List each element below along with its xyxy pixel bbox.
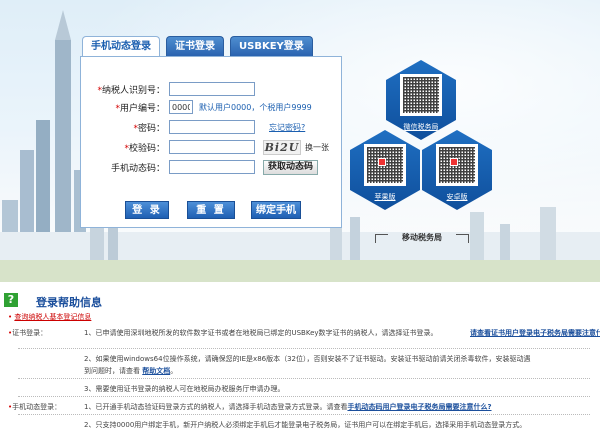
help-phone-line1: 1、已开通手机动态验证码登录方式的纳税人，请选择手机动态登录方式登录。请查看手机… [84, 402, 492, 412]
password-label: *密码： [133, 121, 165, 134]
wechat-qr-hex[interactable]: 微信税务局 [386, 60, 456, 140]
get-sms-code-button[interactable]: 获取动态码 [263, 159, 319, 175]
help-cert-line2b: 到问题时，请查看 帮助文档。 [84, 366, 177, 376]
tab-certificate-login[interactable]: 证书登录 [166, 36, 224, 56]
captcha-input[interactable] [169, 140, 255, 154]
wechat-qr-code [400, 74, 442, 116]
login-help-section: ? 登录帮助信息 • 查询纳税人基本登记信息 •证书登录： 1、已申请使用深圳地… [0, 282, 600, 437]
android-qr-code [436, 144, 478, 186]
forgot-password-link[interactable]: 忘记密码? [269, 122, 305, 133]
row-taxpayer-id: *纳税人识别号： [81, 81, 343, 97]
query-registration-link[interactable]: 查询纳税人基本登记信息 [14, 313, 91, 321]
cert-line2b-text: 到问题时，请查看 [84, 367, 140, 375]
tab-phone-dynamic-login[interactable]: 手机动态登录 [82, 36, 160, 56]
reset-button[interactable]: 重 置 [187, 201, 235, 219]
help-cert-line1: 1、已申请使用深圳地税所发的软件数字证书或者在地税局已绑定的USBKey数字证书… [84, 328, 600, 338]
help-header: ? [4, 292, 18, 308]
login-tabs: 手机动态登录 证书登录 USBKEY登录 [82, 36, 313, 56]
help-phone-label: •手机动态登录： [8, 402, 61, 412]
divider [18, 396, 590, 397]
cert-line2b-tail: 。 [170, 367, 178, 375]
help-cert-line2: 2、如果使用windows64位操作系统，请确保您的IE是x86版本（32位），… [84, 355, 531, 363]
help-line-registration: • 查询纳税人基本登记信息 [8, 312, 91, 322]
divider [18, 414, 590, 415]
question-icon: ? [4, 293, 18, 307]
row-user-no: *用户编号： 默认用户0000，个税用户9999 [81, 99, 343, 115]
phone-notes-link[interactable]: 手机动态码用户登录电子税务局需要注意什么? [347, 403, 491, 411]
app-logo-mark [378, 158, 386, 166]
help-document-link[interactable]: 帮助文档 [142, 367, 170, 375]
captcha-label: *校验码： [124, 141, 165, 154]
taxpayer-id-label: *纳税人识别号： [97, 83, 165, 96]
user-no-label-text: 用户编号： [119, 103, 165, 114]
help-cert-label: •证书登录： [8, 328, 47, 338]
cert-line1-text: 1、已申请使用深圳地税所发的软件数字证书或者在地税局已绑定的USBKey数字证书… [84, 329, 438, 337]
row-captcha: *校验码： Bi2U 换一张 [81, 139, 343, 155]
wechat-qr-label[interactable]: 微信税务局 [386, 122, 456, 132]
qr-code-cluster: 微信税务局 苹果版 安卓版 移动税务局 [350, 52, 492, 252]
password-input[interactable] [169, 120, 255, 134]
login-panel: *纳税人识别号： *用户编号： 默认用户0000，个税用户9999 *密码： 忘… [80, 56, 342, 228]
login-button[interactable]: 登 录 [125, 201, 169, 219]
help-title: 登录帮助信息 [36, 296, 102, 309]
tab-usbkey-login[interactable]: USBKEY登录 [230, 36, 313, 56]
android-qr-label[interactable]: 安卓版 [422, 192, 492, 202]
captcha-image[interactable]: Bi2U [263, 139, 301, 155]
phone-line1-text: 1、已开通手机动态验证码登录方式的纳税人，请选择手机动态登录方式登录。请查看 [84, 403, 348, 411]
cert-notes-link[interactable]: 请查看证书用户登录电子税务局需要注意什么? [470, 328, 600, 338]
divider [18, 378, 590, 379]
app-logo-mark [450, 158, 458, 166]
help-cert-line3: 3、需要使用证书登录的纳税人可在地税局办税服务厅申请办理。 [84, 385, 285, 393]
cert-login-label: 证书登录： [12, 329, 48, 337]
captcha-label-text: 校验码： [128, 143, 165, 154]
user-no-label: *用户编号： [115, 101, 165, 114]
row-sms-code: 手机动态码： 获取动态码 [81, 159, 343, 175]
mobile-tax-bureau-badge: 移动税务局 [375, 230, 469, 246]
sms-code-input[interactable] [169, 160, 255, 174]
apple-qr-code [364, 144, 406, 186]
phone-login-label: 手机动态登录： [12, 403, 62, 411]
sms-code-label: 手机动态码： [110, 163, 165, 174]
taxpayer-id-label-text: 纳税人识别号： [101, 85, 165, 96]
apple-qr-hex[interactable]: 苹果版 [350, 130, 420, 210]
qr-pattern [403, 77, 439, 113]
taxpayer-id-input[interactable] [169, 82, 255, 96]
captcha-refresh-link[interactable]: 换一张 [305, 142, 329, 153]
user-no-hint: 默认用户0000，个税用户9999 [199, 102, 312, 112]
row-password: *密码： 忘记密码? [81, 119, 343, 135]
password-label-text: 密码： [137, 123, 165, 134]
apple-qr-label[interactable]: 苹果版 [350, 192, 420, 202]
android-qr-hex[interactable]: 安卓版 [422, 130, 492, 210]
user-no-input[interactable] [169, 100, 193, 114]
help-phone-line2: 2、只支持0000用户绑定手机，新开户纳税人必须绑定手机后才能登录电子税务局，证… [84, 421, 527, 429]
divider [18, 348, 590, 349]
bind-phone-button[interactable]: 绑定手机 [251, 201, 301, 219]
bullet: • [8, 313, 13, 321]
